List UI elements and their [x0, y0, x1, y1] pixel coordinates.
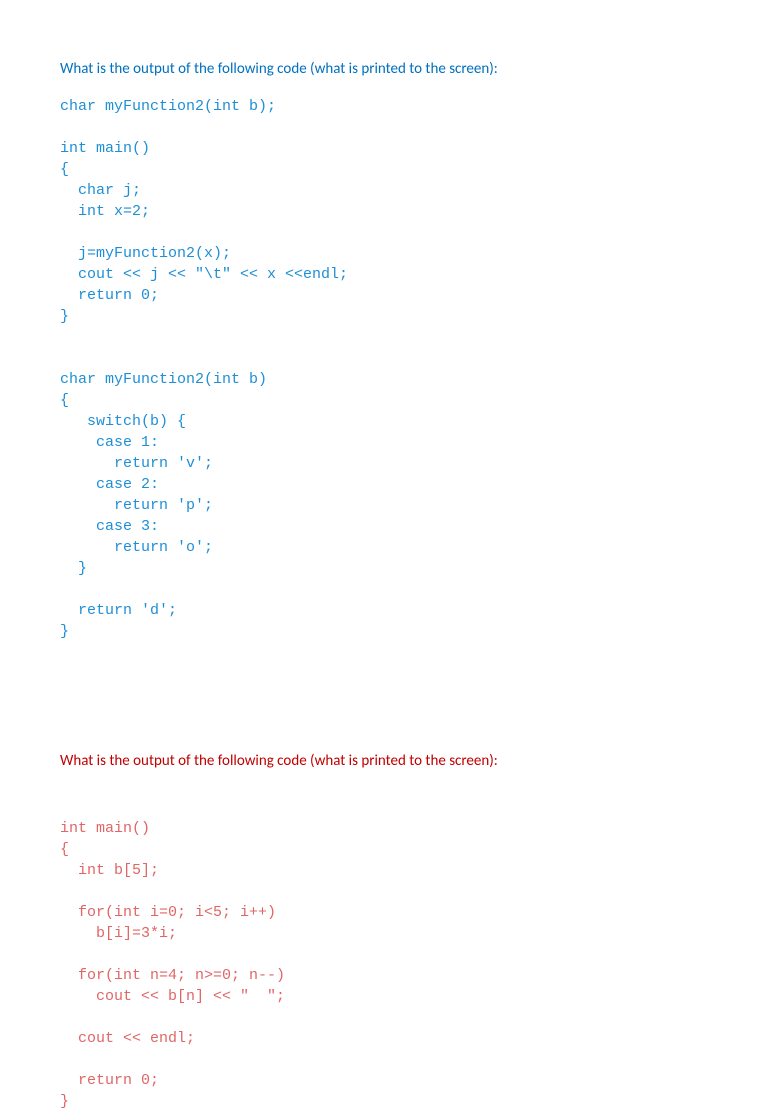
question-1-code: char myFunction2(int b); int main() { ch…: [60, 96, 723, 642]
section-divider: [60, 642, 723, 752]
question-1-prompt: What is the output of the following code…: [60, 60, 723, 78]
gap: [60, 788, 723, 818]
question-2-code: int main() { int b[5]; for(int i=0; i<5;…: [60, 818, 723, 1112]
question-2-prompt: What is the output of the following code…: [60, 752, 723, 770]
